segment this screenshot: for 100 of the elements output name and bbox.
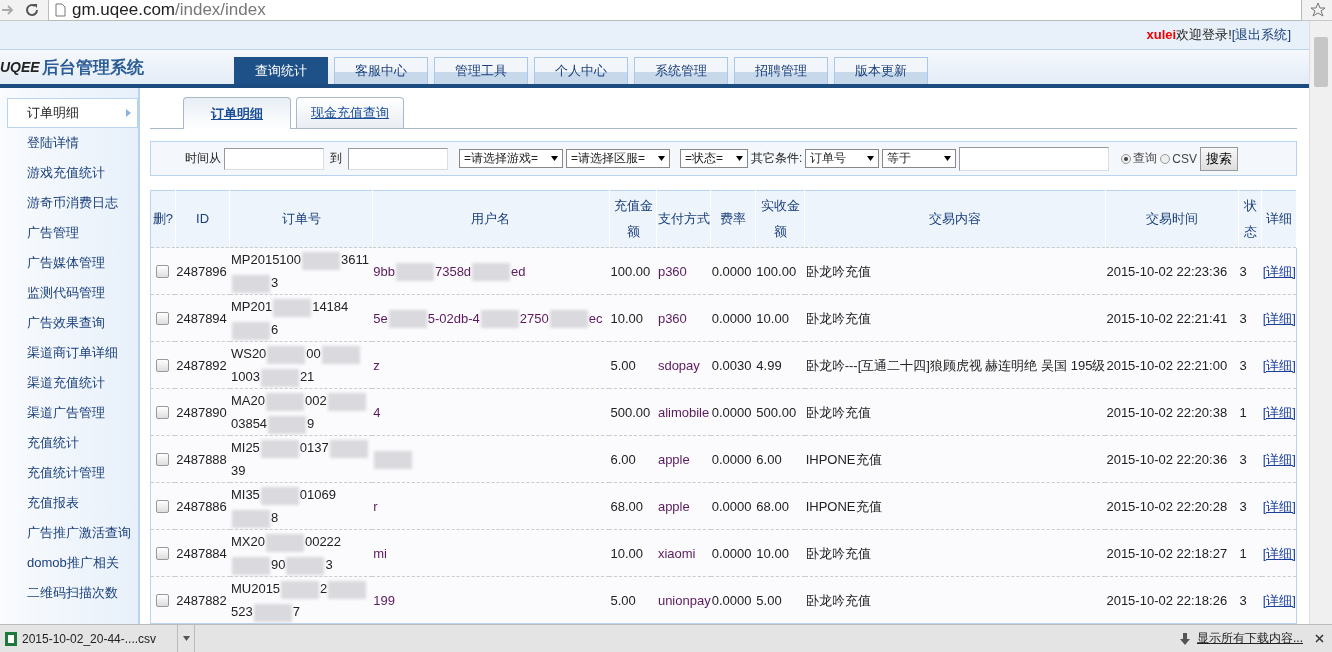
table-cell: 7358d [434, 263, 472, 279]
sidebar-item[interactable]: 渠道充值统计 [0, 368, 138, 398]
table-cell: 39 [230, 463, 246, 478]
address-bar[interactable]: gm.uqee.com/index/index [48, 0, 1302, 21]
row-checkbox[interactable] [156, 499, 169, 513]
detail-link[interactable]: [详细] [1262, 404, 1296, 420]
sidebar-item[interactable]: 充值统计 [0, 428, 138, 458]
download-item[interactable]: 2015-10-02_20-44-....csv [0, 625, 178, 652]
detail-link[interactable]: [详细] [1262, 263, 1296, 279]
arrow-icon [126, 109, 131, 117]
table-cell: MP2015100 [230, 252, 302, 267]
detail-link[interactable]: [详细] [1262, 545, 1296, 561]
radio-option[interactable]: CSV [1160, 151, 1198, 166]
sidebar-item[interactable]: 广告效果查询 [0, 308, 138, 338]
reload-icon[interactable] [24, 2, 40, 18]
blur-patch [286, 556, 325, 575]
logo: UQEE后台管理系统 [0, 56, 145, 79]
nav-tab[interactable]: 版本更新 [834, 57, 928, 84]
sidebar-item[interactable]: 广告管理 [0, 218, 138, 248]
table-cell: WS20 [230, 346, 267, 361]
tab[interactable]: 现金充值查询 [296, 97, 404, 128]
blur-patch [260, 439, 299, 458]
table-cell: 5.00 [610, 357, 636, 373]
blur-patch [327, 392, 366, 411]
table-cell: 6.00 [756, 451, 782, 467]
table-cell: IHPONE充值 [805, 451, 882, 467]
date-to-field[interactable] [348, 147, 448, 170]
nav-tab[interactable]: 查询统计 [234, 57, 328, 84]
row-checkbox[interactable] [156, 311, 169, 325]
sidebar-item[interactable]: domob推广相关 [0, 548, 138, 578]
table-cell: 68.00 [610, 498, 643, 514]
sidebar-item[interactable]: 游戏充值统计 [0, 158, 138, 188]
row-checkbox[interactable] [156, 593, 169, 607]
caret-icon [867, 156, 875, 161]
sidebar-item[interactable]: 渠道商订单详细 [0, 338, 138, 368]
show-all-downloads-link[interactable]: 显示所有下载内容... [1179, 630, 1303, 647]
server-select[interactable]: =请选择区服= [566, 149, 670, 168]
table-cell: 2015-10-02 22:20:28 [1106, 498, 1228, 514]
close-icon[interactable] [1315, 634, 1324, 643]
table-cell: 3 [325, 557, 333, 572]
detail-link[interactable]: [详细] [1262, 498, 1296, 514]
detail-link[interactable]: [详细] [1262, 357, 1296, 373]
date-from-field[interactable] [224, 147, 324, 170]
detail-link[interactable]: [详细] [1262, 310, 1296, 326]
table-cell: 5e [373, 310, 388, 326]
table-cell: MU2015 [230, 581, 281, 596]
blur-patch [231, 274, 270, 293]
table-cell: 0.0000 [711, 404, 752, 420]
column-header: ID [196, 211, 210, 226]
logout-link[interactable]: [退出系统] [1231, 26, 1291, 44]
sidebar-item[interactable]: 广告媒体管理 [0, 248, 138, 278]
blur-patch [265, 392, 304, 411]
field-select[interactable]: 订单号 [805, 149, 880, 168]
status-select[interactable]: =状态= [680, 149, 748, 168]
detail-link[interactable]: [详细] [1262, 592, 1296, 608]
nav-tab[interactable]: 系统管理 [634, 57, 728, 84]
table-cell: 卧龙吟---[互通二十四]狼顾虎视 赫连明绝 吴国 195级 [805, 357, 1106, 373]
table-cell: 523 [230, 604, 253, 619]
row-checkbox[interactable] [156, 546, 169, 560]
tab[interactable]: 订单明细 [183, 97, 291, 129]
sidebar-item[interactable]: 订单明细 [7, 98, 138, 128]
radio-option[interactable]: 查询 [1121, 150, 1158, 167]
blur-patch [231, 509, 270, 528]
sidebar-item[interactable]: 充值统计管理 [0, 458, 138, 488]
star-icon[interactable] [1310, 2, 1326, 18]
table-cell: apple [657, 498, 690, 514]
caret-icon[interactable] [182, 636, 190, 641]
row-checkbox[interactable] [156, 264, 169, 278]
sidebar-item[interactable]: 登陆详情 [0, 128, 138, 158]
table-cell: ed [511, 263, 526, 279]
sidebar-item[interactable]: 渠道广告管理 [0, 398, 138, 428]
sidebar-item[interactable]: 监测代码管理 [0, 278, 138, 308]
blur-patch [374, 451, 413, 470]
row-checkbox[interactable] [156, 358, 169, 372]
table-cell: 1003 [230, 369, 260, 384]
table-cell: 3 [1239, 592, 1247, 608]
operator-select[interactable]: 等于 [882, 149, 957, 168]
table-cell: 3 [1239, 498, 1247, 514]
table-cell: 3 [1239, 310, 1247, 326]
scrollbar[interactable] [1309, 21, 1332, 624]
nav-tab[interactable]: 招聘管理 [734, 57, 828, 84]
sidebar-item[interactable]: 广告推广激活查询 [0, 518, 138, 548]
table-cell: MI35 [230, 487, 260, 502]
field-label: 时间从 [185, 150, 221, 167]
sidebar-item[interactable]: 游奇币消费日志 [0, 188, 138, 218]
blur-patch [253, 603, 292, 622]
nav-tab[interactable]: 管理工具 [434, 57, 528, 84]
row-checkbox[interactable] [156, 405, 169, 419]
table-cell: 2015-10-02 22:18:26 [1106, 592, 1228, 608]
table-cell: z [373, 357, 380, 373]
detail-link[interactable]: [详细] [1262, 451, 1296, 467]
nav-tab[interactable]: 个人中心 [534, 57, 628, 84]
condition-field[interactable] [959, 146, 1110, 171]
search-button[interactable]: 搜索 [1200, 146, 1239, 171]
row-checkbox[interactable] [156, 452, 169, 466]
game-select[interactable]: =请选择游戏= [459, 149, 563, 168]
column-header: 删? [152, 211, 173, 226]
sidebar-item[interactable]: 二维码扫描次数 [0, 578, 138, 608]
sidebar-item[interactable]: 充值报表 [0, 488, 138, 518]
nav-tab[interactable]: 客服中心 [334, 57, 428, 84]
